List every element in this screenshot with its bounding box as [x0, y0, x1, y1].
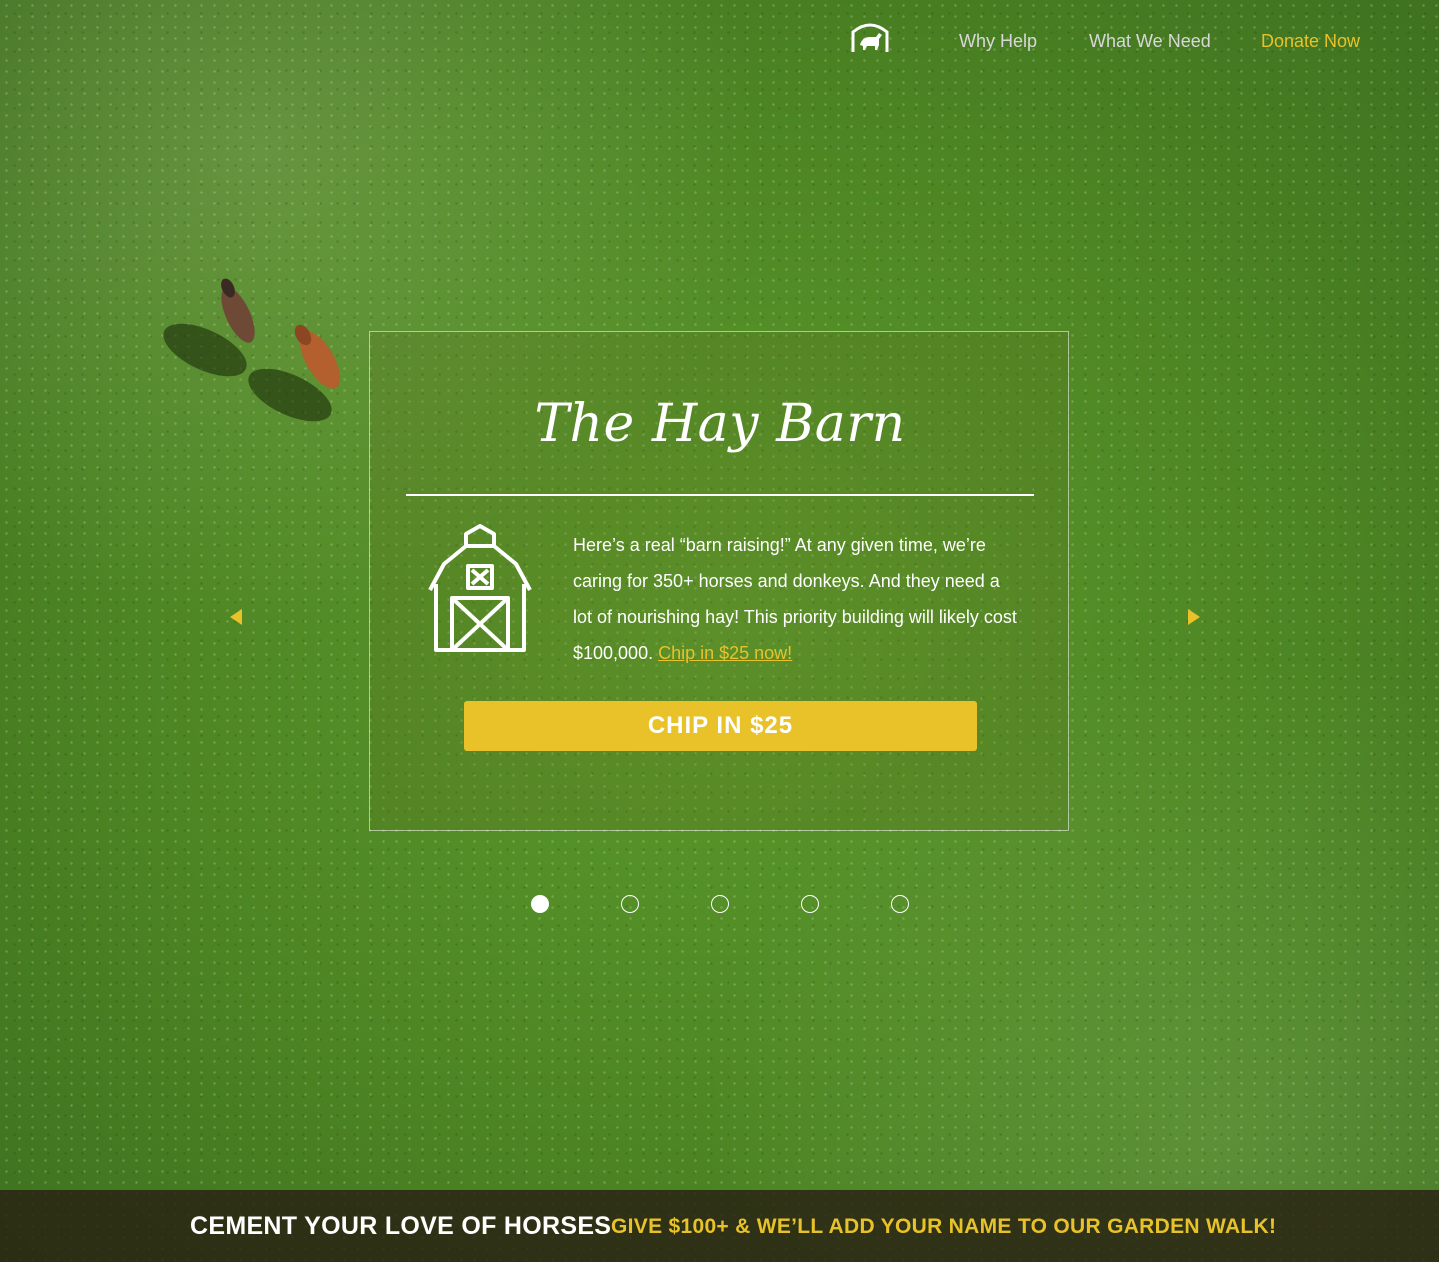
promo-banner[interactable]: CEMENT YOUR LOVE OF HORSES GIVE $100+ & …	[0, 1190, 1439, 1262]
horse-barn-logo-icon[interactable]	[850, 20, 890, 54]
grazing-horses-image	[163, 278, 341, 422]
slide-title: The Hay Barn	[534, 394, 906, 454]
nav-link-what-we-need[interactable]: What We Need	[1089, 31, 1211, 52]
carousel-pagination	[0, 895, 1439, 917]
top-navigation: Why Help What We Need Donate Now	[0, 0, 1439, 84]
nav-link-donate-now[interactable]: Donate Now	[1261, 31, 1360, 52]
carousel-dot-2[interactable]	[621, 895, 639, 913]
carousel-dot-4[interactable]	[801, 895, 819, 913]
carousel-dot-5[interactable]	[891, 895, 909, 913]
chip-in-link[interactable]: Chip in $25 now!	[658, 643, 792, 663]
title-divider	[406, 494, 1034, 496]
nav-link-why-help[interactable]: Why Help	[959, 31, 1037, 52]
slide-description-text: Here’s a real “barn raising!” At any giv…	[573, 535, 1017, 663]
barn-icon	[428, 524, 532, 652]
carousel-dot-3[interactable]	[711, 895, 729, 913]
chip-in-button[interactable]: CHIP IN $25	[464, 701, 977, 751]
banner-offer[interactable]: GIVE $100+ & WE’LL ADD YOUR NAME TO OUR …	[611, 1215, 1276, 1239]
caret-left-icon[interactable]	[229, 608, 243, 626]
slide-description: Here’s a real “barn raising!” At any giv…	[573, 527, 1018, 671]
slide-card: The Hay Barn Here’s a real “barn raising…	[369, 331, 1069, 831]
banner-headline: CEMENT YOUR LOVE OF HORSES	[190, 1212, 612, 1240]
caret-right-icon[interactable]	[1187, 608, 1201, 626]
carousel-dot-1[interactable]	[531, 895, 549, 913]
